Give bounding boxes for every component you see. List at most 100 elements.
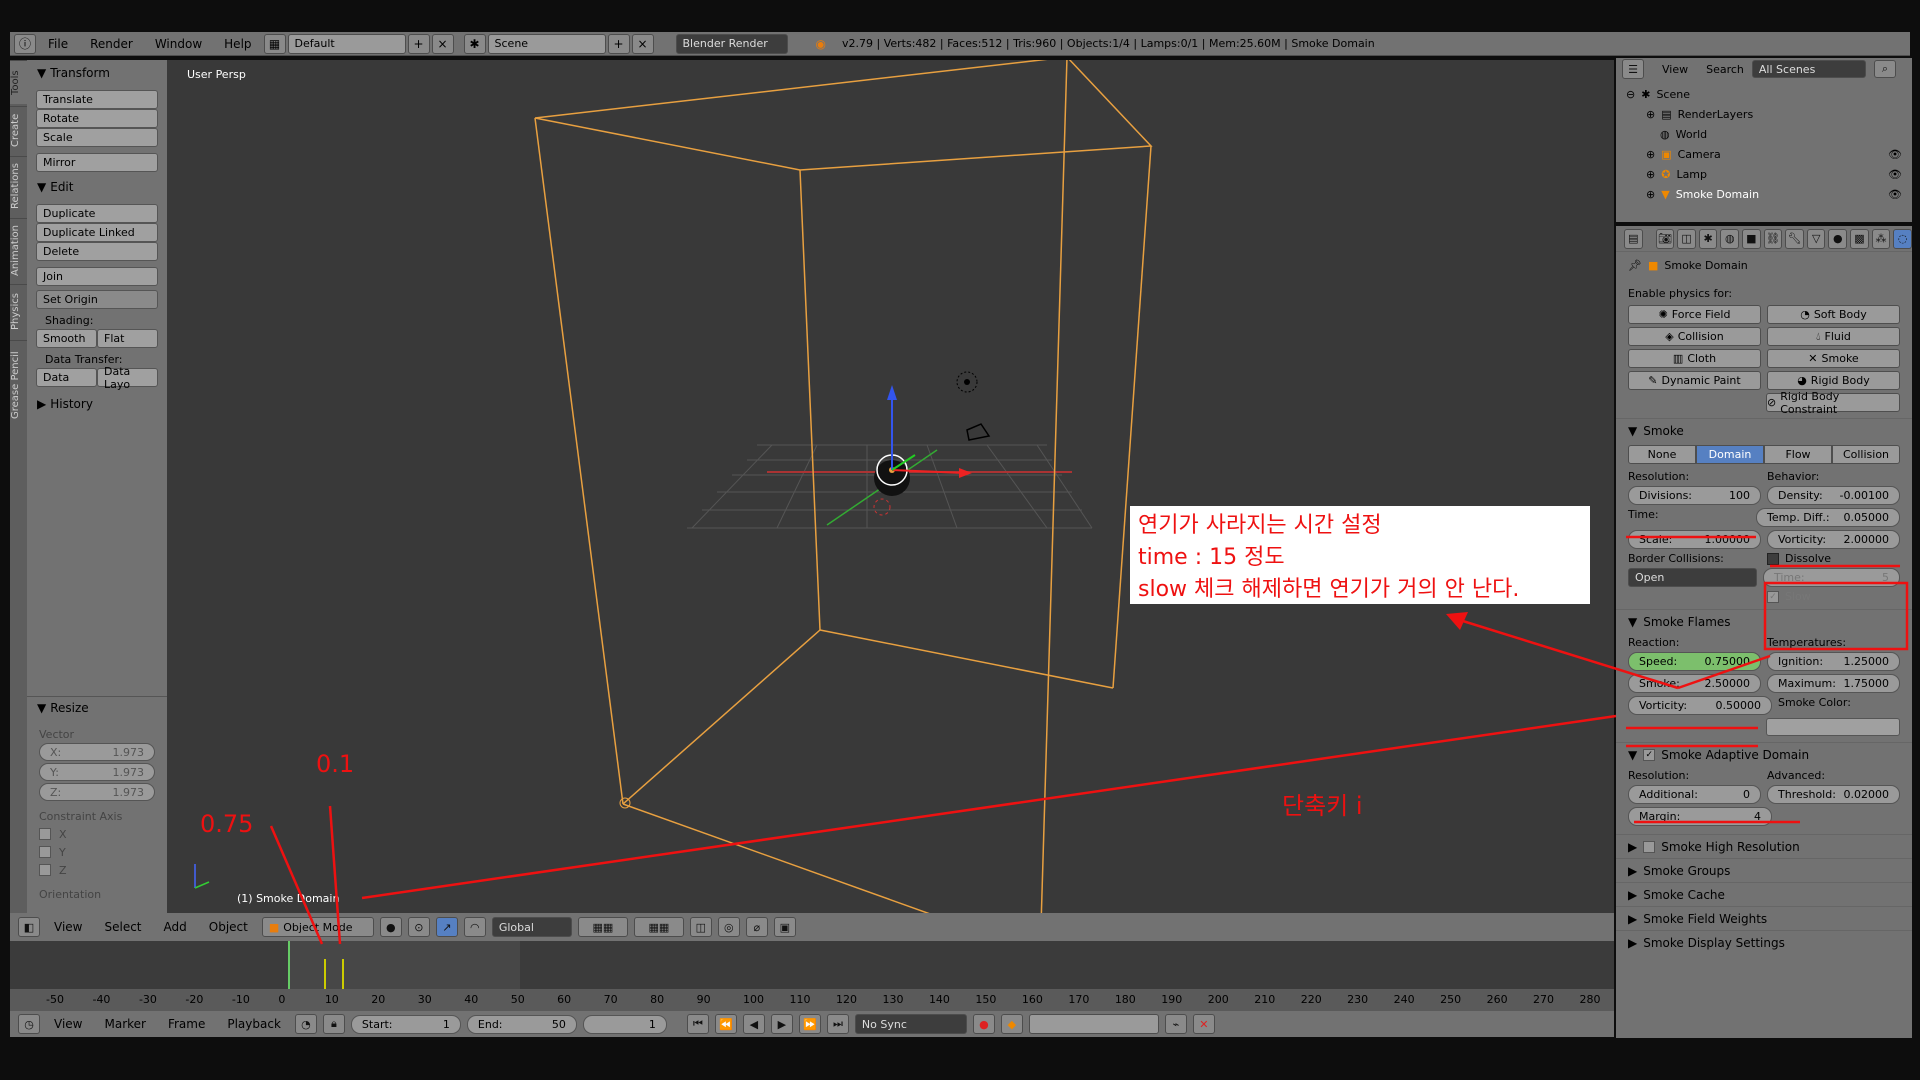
play-reverse-icon[interactable]: ◀: [742, 1014, 765, 1034]
search-icon[interactable]: ⌕: [1873, 60, 1896, 78]
translate-button[interactable]: Translate: [36, 90, 158, 109]
mode-select[interactable]: ■ Object Mode: [261, 917, 374, 937]
adaptive-domain-panel-header[interactable]: ▼ ✓ Smoke Adaptive Domain: [1616, 742, 1912, 766]
menu-object[interactable]: Object: [201, 920, 256, 934]
smoke-type-collision[interactable]: Collision: [1832, 445, 1900, 464]
remove-layout-icon[interactable]: ×: [431, 33, 454, 54]
add-scene-icon[interactable]: +: [607, 33, 630, 54]
record-icon[interactable]: ●: [972, 1014, 995, 1034]
tree-item-camera[interactable]: ⊕ ▣ Camera 👁︎: [1626, 144, 1912, 164]
smooth-button[interactable]: Smooth: [36, 329, 97, 348]
rigid-body-button[interactable]: ◕ Rigid Body: [1767, 371, 1900, 390]
menu-help[interactable]: Help: [214, 37, 261, 51]
menu-select[interactable]: Select: [96, 920, 149, 934]
scale-field[interactable]: Scale: 1.00000: [1628, 530, 1761, 549]
tl-menu-marker[interactable]: Marker: [96, 1017, 153, 1031]
rotate-button[interactable]: Rotate: [36, 109, 158, 128]
ignition-field[interactable]: Ignition: 1.25000: [1767, 652, 1900, 671]
resize-x-field[interactable]: X: 1.973: [39, 743, 155, 761]
menu-add[interactable]: Add: [156, 920, 195, 934]
remove-scene-icon[interactable]: ×: [631, 33, 654, 54]
visibility-eye-icon[interactable]: 👁︎: [1888, 168, 1912, 181]
texture-tab-icon[interactable]: ▩: [1850, 228, 1869, 249]
material-tab-icon[interactable]: ●: [1828, 228, 1848, 249]
tree-item-world[interactable]: ◍ World: [1626, 124, 1912, 144]
flame-smoke-field[interactable]: Smoke: 2.50000: [1628, 674, 1761, 693]
flat-button[interactable]: Flat: [97, 329, 158, 348]
tab-relations[interactable]: Relations: [10, 156, 27, 216]
timeline[interactable]: -50 -40 -30 -20 -10 0 10 20 30 40 50 60 70 80 90 100 110…: [10, 941, 1614, 1011]
scene-field[interactable]: Scene: [487, 33, 606, 54]
flame-speed-field[interactable]: Speed: 0.75000: [1628, 652, 1761, 671]
manipulator-icon[interactable]: ↗: [435, 917, 458, 937]
tree-item-smoke-domain[interactable]: ⊕ ▼ Smoke Domain 👁︎: [1626, 184, 1912, 204]
3d-viewport[interactable]: User Persp (1) Smoke Domain: [167, 60, 1614, 913]
layout-field[interactable]: Default: [287, 33, 406, 54]
join-button[interactable]: Join: [36, 267, 158, 286]
tab-grease-pencil[interactable]: Grease Pencil: [10, 340, 27, 430]
lock-icon[interactable]: 🔒︎: [322, 1014, 345, 1034]
data-layout-button[interactable]: Data Layo: [97, 365, 158, 391]
modifiers-tab-icon[interactable]: 🔧︎: [1785, 228, 1804, 249]
display-settings-panel-header[interactable]: ▶ Smoke Display Settings: [1616, 930, 1912, 954]
smoke-groups-panel-header[interactable]: ▶ Smoke Groups: [1616, 858, 1912, 882]
set-origin-select[interactable]: Set Origin: [36, 290, 158, 309]
editor-type-icon[interactable]: ◧: [18, 917, 40, 937]
timeline-editor-icon[interactable]: ◷: [18, 1014, 40, 1034]
slow-checkbox[interactable]: ✓ Slow: [1767, 590, 1900, 603]
checkbox-icon[interactable]: [1643, 840, 1656, 853]
duplicate-button[interactable]: Duplicate: [36, 204, 158, 223]
smoke-flames-panel-header[interactable]: ▼ Smoke Flames: [1616, 609, 1912, 633]
flame-vorticity-field[interactable]: Vorticity: 0.50000: [1628, 696, 1772, 715]
jump-end-icon[interactable]: ⏭: [826, 1014, 849, 1034]
shading-sphere-icon[interactable]: ●: [379, 917, 402, 937]
constraints-tab-icon[interactable]: ⛓︎: [1763, 228, 1783, 249]
rotate-manipulator-icon[interactable]: ◠: [463, 917, 486, 937]
pin-icon[interactable]: 📌︎: [1628, 259, 1642, 272]
keying-set-field[interactable]: [1028, 1014, 1159, 1034]
layout-grid-icon[interactable]: ▦: [263, 33, 286, 54]
keying-set-icon[interactable]: ◆: [1000, 1014, 1023, 1034]
checkmark-icon[interactable]: ✓: [1643, 748, 1656, 761]
physics-tab-icon[interactable]: ◌: [1893, 228, 1912, 249]
end-frame-field[interactable]: End: 50: [466, 1014, 577, 1034]
outliner-search-menu[interactable]: Search: [1706, 63, 1744, 76]
tl-menu-view[interactable]: View: [46, 1017, 90, 1031]
scale-button[interactable]: Scale: [36, 128, 158, 147]
clock-icon[interactable]: ◔: [294, 1014, 317, 1034]
resize-z-field[interactable]: Z: 1.973: [39, 783, 155, 801]
object-tab-icon[interactable]: ■: [1742, 228, 1761, 249]
layers-icon[interactable]: ▦▦: [577, 917, 628, 937]
rigid-body-constraint-button[interactable]: ⊘ Rigid Body Constraint: [1766, 390, 1900, 416]
layers2-icon[interactable]: ▦▦: [633, 917, 684, 937]
fluid-button[interactable]: 💧︎ Fluid: [1767, 327, 1900, 346]
info-editor-icon[interactable]: ⓘ: [14, 33, 36, 54]
history-panel-header[interactable]: ▶ History: [33, 393, 161, 415]
menu-file[interactable]: File: [38, 37, 78, 51]
additional-field[interactable]: Additional: 0: [1628, 785, 1761, 804]
vorticity-field[interactable]: Vorticity: 2.00000: [1767, 530, 1900, 549]
delete-key-icon[interactable]: ✕: [1192, 1014, 1215, 1034]
world-tab-icon[interactable]: ◍: [1720, 228, 1740, 249]
render-engine-select[interactable]: Blender Render: [675, 33, 788, 54]
smoke-cache-panel-header[interactable]: ▶ Smoke Cache: [1616, 882, 1912, 906]
field-weights-panel-header[interactable]: ▶ Smoke Field Weights: [1616, 906, 1912, 930]
prev-key-icon[interactable]: ⏪: [714, 1014, 737, 1034]
proportional-icon[interactable]: ◎: [717, 917, 740, 937]
visibility-eye-icon[interactable]: 👁︎: [1888, 188, 1912, 201]
force-field-button[interactable]: ✺ Force Field: [1628, 305, 1761, 324]
tab-create[interactable]: Create: [10, 106, 27, 154]
constraint-x-checkbox[interactable]: X: [27, 825, 167, 843]
smoke-panel-header[interactable]: ▼ Smoke: [1616, 418, 1912, 442]
margin-field[interactable]: Margin: 4: [1628, 807, 1772, 826]
lock-icon[interactable]: ◫: [689, 917, 712, 937]
outliner-view-menu[interactable]: View: [1652, 63, 1698, 76]
particles-tab-icon[interactable]: ⁂: [1871, 228, 1891, 249]
tl-menu-playback[interactable]: Playback: [219, 1017, 289, 1031]
temp-diff-field[interactable]: Temp. Diff.: 0.05000: [1756, 508, 1900, 527]
current-frame-field[interactable]: 1: [582, 1014, 667, 1034]
resize-panel-header[interactable]: ▼ Resize: [27, 697, 167, 719]
dynamic-paint-button[interactable]: ✎ Dynamic Paint: [1628, 371, 1761, 390]
constraint-z-checkbox[interactable]: Z: [27, 861, 167, 879]
collision-button[interactable]: ◈ Collision: [1628, 327, 1761, 346]
